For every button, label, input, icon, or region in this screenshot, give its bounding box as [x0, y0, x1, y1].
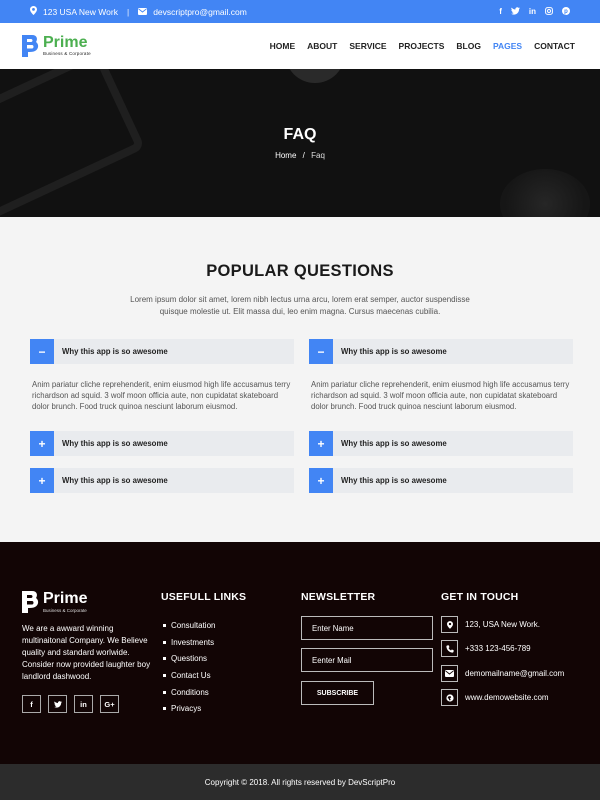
- useful-links: Consultation Investments Questions Conta…: [163, 617, 215, 717]
- linkedin-icon[interactable]: in: [529, 7, 536, 16]
- breadcrumb: Home / Faq: [0, 151, 600, 160]
- faq-item[interactable]: + Why this app is so awesome: [309, 468, 573, 493]
- breadcrumb-separator: /: [302, 151, 305, 160]
- footer-logo-tagline: Business & Corporate: [43, 608, 87, 613]
- email-input[interactable]: Eenter Mail: [301, 648, 433, 672]
- faq-item[interactable]: + Why this app is so awesome: [309, 431, 573, 456]
- twitter-icon[interactable]: [510, 6, 520, 17]
- nav-pages[interactable]: PAGES: [493, 41, 522, 51]
- faq-question: Why this app is so awesome: [62, 439, 168, 448]
- nav-about[interactable]: ABOUT: [307, 41, 337, 51]
- topbar-divider: |: [126, 6, 130, 17]
- faq-item[interactable]: − Why this app is so awesome: [309, 339, 573, 364]
- page-hero: FAQ Home / Faq: [0, 69, 600, 217]
- faq-item[interactable]: + Why this app is so awesome: [30, 468, 294, 493]
- footer-link[interactable]: Consultation: [163, 617, 215, 634]
- globe-icon: [441, 689, 458, 706]
- faq-answer: Anim pariatur cliche reprehenderit, enim…: [311, 380, 570, 411]
- google-plus-icon[interactable]: G+: [100, 695, 119, 713]
- phone-icon: [441, 640, 458, 657]
- collapse-icon[interactable]: −: [309, 339, 333, 364]
- contact-text: 123, USA New Work.: [465, 620, 540, 629]
- topbar-email[interactable]: devscriptpro@gmail.com: [153, 7, 247, 17]
- expand-icon[interactable]: +: [30, 431, 54, 456]
- contact-heading: GET IN TOUCH: [441, 591, 519, 603]
- footer-about: We are a awward winning multinaitonal Co…: [22, 624, 151, 681]
- pinterest-icon[interactable]: p: [562, 6, 570, 17]
- faq-item[interactable]: − Why this app is so awesome: [30, 339, 294, 364]
- newsletter-heading: NEWSLETTER: [301, 591, 376, 603]
- contact-email: demomailname@gmail.com: [441, 665, 564, 682]
- footer-link[interactable]: Conditions: [163, 684, 215, 701]
- contact-address: 123, USA New Work.: [441, 616, 540, 633]
- footer-link[interactable]: Privacys: [163, 700, 215, 717]
- linkedin-icon[interactable]: in: [74, 695, 93, 713]
- site-header: Prime Business & Corporate HOME ABOUT SE…: [0, 23, 600, 69]
- breadcrumb-current: Faq: [311, 151, 325, 160]
- footer-link[interactable]: Contact Us: [163, 667, 215, 684]
- logo-mark-icon: [22, 35, 40, 57]
- nav-contact[interactable]: CONTACT: [534, 41, 575, 51]
- svg-text:p: p: [564, 9, 568, 15]
- faq-question: Why this app is so awesome: [62, 347, 168, 356]
- nav-home[interactable]: HOME: [270, 41, 296, 51]
- breadcrumb-home[interactable]: Home: [275, 151, 296, 160]
- facebook-icon[interactable]: f: [499, 7, 502, 16]
- contact-website: www.demowebsite.com: [441, 689, 549, 706]
- envelope-icon: [138, 7, 148, 17]
- subscribe-button[interactable]: SUBSCRIBE: [301, 681, 374, 705]
- expand-icon[interactable]: +: [309, 431, 333, 456]
- footer-link[interactable]: Investments: [163, 634, 215, 651]
- page-title: FAQ: [283, 126, 317, 143]
- instagram-icon[interactable]: [545, 6, 553, 17]
- hero-background-cup: [500, 169, 590, 217]
- site-footer: Prime Business & Corporate We are a awwa…: [0, 542, 600, 764]
- contact-text[interactable]: demomailname@gmail.com: [465, 669, 564, 678]
- envelope-icon: [441, 665, 458, 682]
- faq-answer: Anim pariatur cliche reprehenderit, enim…: [32, 380, 291, 411]
- name-input[interactable]: Enter Name: [301, 616, 433, 640]
- contact-text[interactable]: www.demowebsite.com: [465, 693, 549, 702]
- section-title: POPULAR QUESTIONS: [206, 262, 394, 280]
- section-description: Lorem ipsum dolor sit amet, lorem nibh l…: [130, 295, 470, 316]
- nav-service[interactable]: SERVICE: [349, 41, 386, 51]
- map-marker-icon: [30, 6, 37, 17]
- contact-text[interactable]: +333 123-456-789: [465, 644, 531, 653]
- footer-logo-name: Prime: [43, 590, 88, 607]
- site-logo[interactable]: Prime Business & Corporate: [22, 35, 91, 57]
- contact-phone: +333 123-456-789: [441, 640, 531, 657]
- top-bar: 123 USA New Work | devscriptpro@gmail.co…: [0, 0, 600, 23]
- faq-question: Why this app is so awesome: [341, 347, 447, 356]
- footer-logo[interactable]: Prime Business & Corporate: [22, 591, 87, 613]
- map-marker-icon: [441, 616, 458, 633]
- facebook-icon[interactable]: f: [22, 695, 41, 713]
- topbar-address: 123 USA New Work: [43, 6, 118, 17]
- footer-link[interactable]: Questions: [163, 650, 215, 667]
- footer-social: f in G+: [22, 695, 119, 713]
- main-nav: HOME ABOUT SERVICE PROJECTS BLOG PAGES C…: [270, 23, 575, 69]
- faq-question: Why this app is so awesome: [62, 476, 168, 485]
- collapse-icon[interactable]: −: [30, 339, 54, 364]
- logo-mark-icon: [22, 591, 40, 613]
- expand-icon[interactable]: +: [309, 468, 333, 493]
- expand-icon[interactable]: +: [30, 468, 54, 493]
- copyright-bar: Copyright © 2018. All rights reserved by…: [0, 764, 600, 800]
- faq-question: Why this app is so awesome: [341, 439, 447, 448]
- twitter-icon[interactable]: [48, 695, 67, 713]
- nav-projects[interactable]: PROJECTS: [399, 41, 445, 51]
- nav-blog[interactable]: BLOG: [456, 41, 481, 51]
- faq-question: Why this app is so awesome: [341, 476, 447, 485]
- logo-tagline: Business & Corporate: [43, 51, 91, 57]
- links-heading: USEFULL LINKS: [161, 591, 247, 603]
- hero-background-mouse: [285, 69, 345, 83]
- logo-name: Prime: [43, 34, 88, 52]
- faq-item[interactable]: + Why this app is so awesome: [30, 431, 294, 456]
